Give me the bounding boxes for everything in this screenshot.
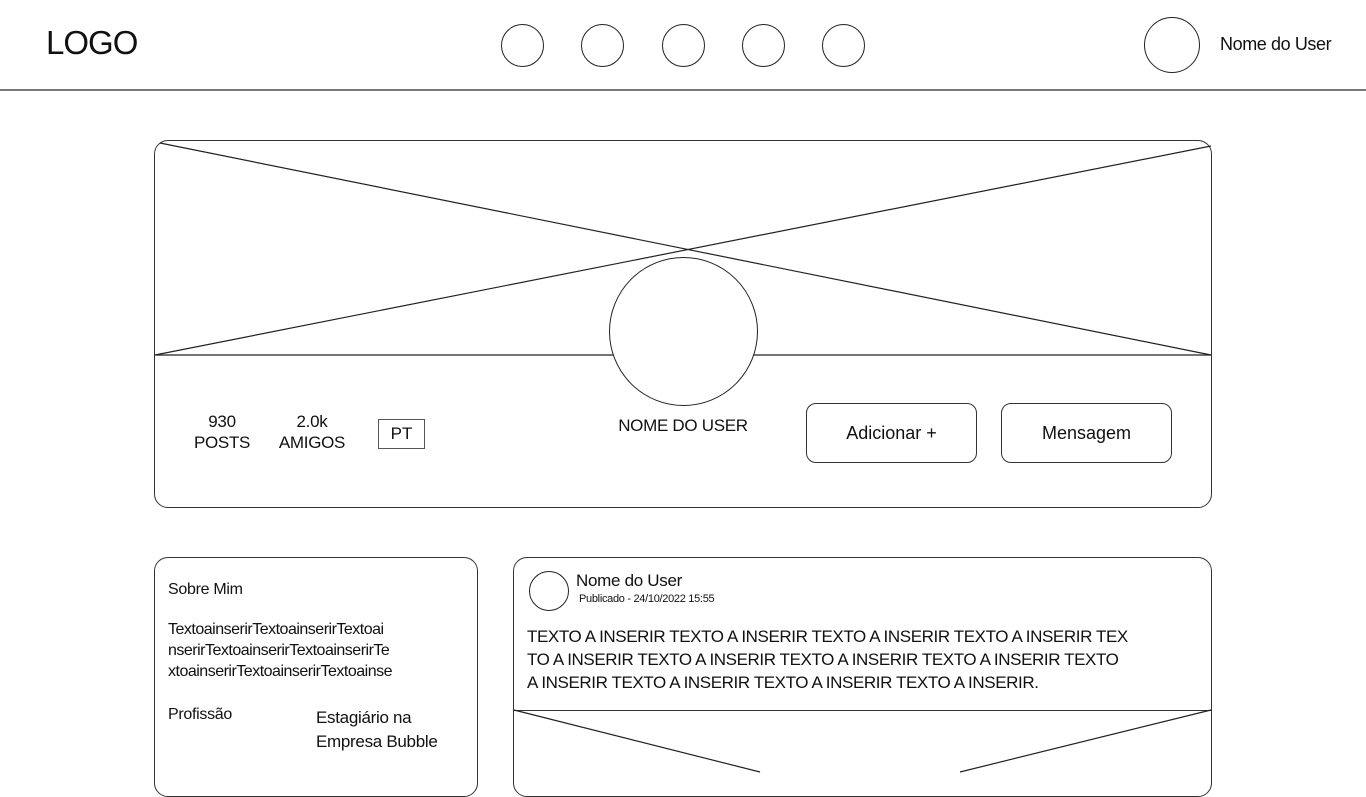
post-image-placeholder[interactable] — [0, 0, 1366, 773]
